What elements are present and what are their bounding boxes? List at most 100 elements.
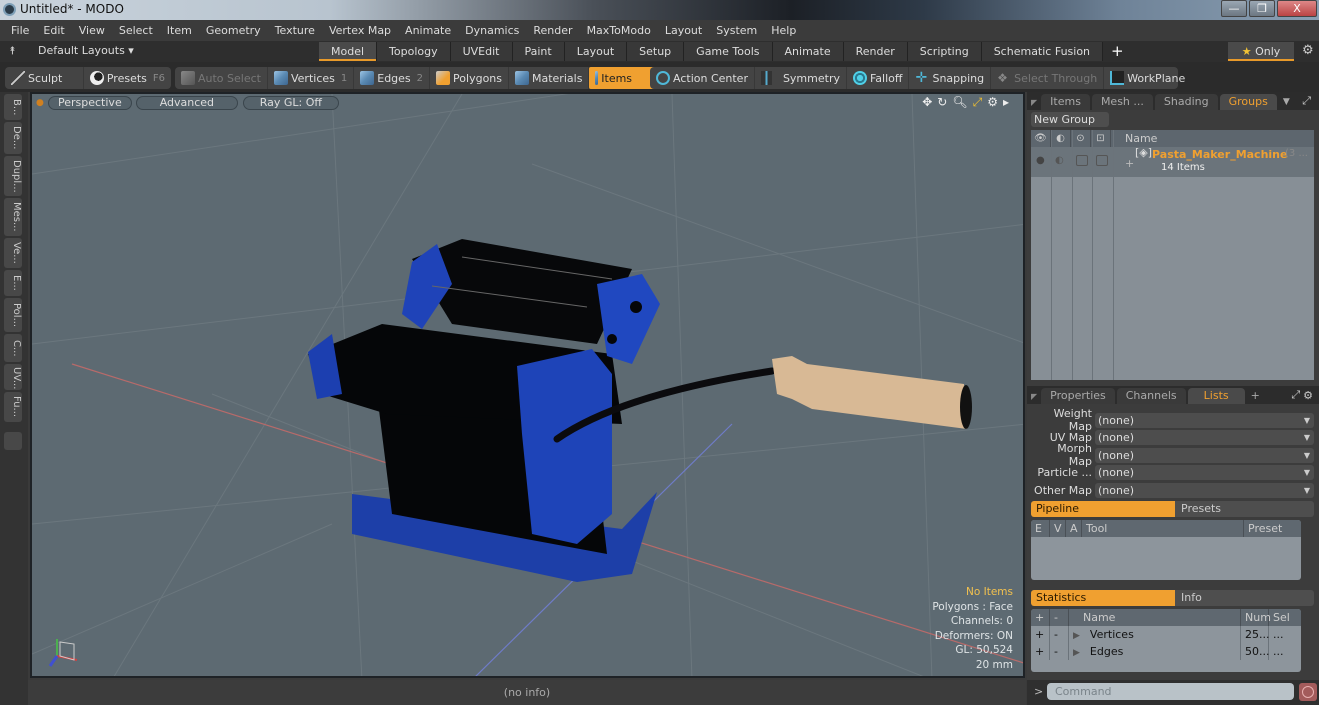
- layout-tab-topology[interactable]: Topology: [377, 42, 451, 61]
- only-favorites-button[interactable]: ★ Only: [1228, 42, 1294, 61]
- tab-presets[interactable]: Presets: [1175, 501, 1314, 517]
- default-layouts-dropdown[interactable]: Default Layouts ▾: [38, 44, 134, 57]
- edges-button[interactable]: Edges 2: [354, 67, 431, 89]
- layout-tab-animate[interactable]: Animate: [772, 42, 844, 61]
- select-col-icon[interactable]: ⊡: [1091, 130, 1111, 147]
- presets-button[interactable]: Presets F6: [84, 67, 171, 89]
- auto-select-button[interactable]: Auto Select: [175, 67, 268, 89]
- remove-edges-button[interactable]: -: [1050, 643, 1069, 660]
- remove-vertices-button[interactable]: -: [1050, 626, 1069, 643]
- command-input[interactable]: Command: [1047, 683, 1294, 700]
- layout-tab-scripting[interactable]: Scripting: [907, 42, 982, 61]
- left-tab-uv[interactable]: UV...: [4, 364, 22, 390]
- tab-channels[interactable]: Channels: [1116, 388, 1186, 404]
- menu-layout[interactable]: Layout: [658, 24, 709, 37]
- lock-col-icon[interactable]: ⊙: [1071, 130, 1091, 147]
- tab-shading[interactable]: Shading: [1154, 94, 1218, 110]
- viewport-menu-icon[interactable]: ●: [36, 98, 44, 108]
- menu-animate[interactable]: Animate: [398, 24, 458, 37]
- panel-maximize-icon[interactable]: ⤢: [1302, 94, 1319, 108]
- left-tab-mesh-edit[interactable]: Mes...: [4, 198, 22, 236]
- menu-dynamics[interactable]: Dynamics: [458, 24, 526, 37]
- action-center-button[interactable]: Action Center: [650, 67, 755, 89]
- expand-icon[interactable]: +: [1125, 157, 1134, 170]
- menu-geometry[interactable]: Geometry: [199, 24, 268, 37]
- panel-gear-icon[interactable]: ⚙: [1303, 389, 1319, 402]
- row-render-toggle[interactable]: ◐: [1055, 155, 1064, 166]
- row-select-checkbox[interactable]: [1096, 155, 1108, 166]
- tab-items[interactable]: Items: [1041, 94, 1090, 110]
- falloff-button[interactable]: Falloff: [847, 67, 910, 89]
- left-tab-fusion[interactable]: Fu...: [4, 392, 22, 422]
- workplane-button[interactable]: WorkPlane: [1104, 67, 1191, 89]
- left-tab-duplicate[interactable]: Dupl...: [4, 156, 22, 196]
- gear-icon[interactable]: ⚙: [1302, 43, 1314, 58]
- layout-home-icon[interactable]: ⯭: [9, 44, 16, 58]
- rotate-icon[interactable]: ↻: [937, 95, 947, 110]
- add-layout-button[interactable]: +: [1103, 42, 1132, 61]
- menu-vertex-map[interactable]: Vertex Map: [322, 24, 398, 37]
- menu-maxtomodo[interactable]: MaxToModo: [580, 24, 658, 37]
- layout-tab-uvedit[interactable]: UVEdit: [450, 42, 513, 61]
- symmetry-button[interactable]: Symmetry: [755, 67, 847, 89]
- minimize-button[interactable]: —: [1221, 0, 1247, 17]
- morph-map-select[interactable]: (none): [1095, 447, 1314, 463]
- materials-button[interactable]: Materials: [509, 67, 590, 89]
- layout-tab-paint[interactable]: Paint: [512, 42, 565, 61]
- layout-tab-game-tools[interactable]: Game Tools: [684, 42, 773, 61]
- visibility-col-icon[interactable]: 👁︎: [1031, 130, 1051, 147]
- vertices-button[interactable]: Vertices 1: [268, 67, 355, 89]
- polygons-button[interactable]: Polygons: [430, 67, 509, 89]
- menu-help[interactable]: Help: [764, 24, 803, 37]
- raygl-button[interactable]: Ray GL: Off: [242, 96, 339, 110]
- panel-menu-icon[interactable]: ◤: [1031, 98, 1037, 107]
- sculpt-button[interactable]: Sculpt: [5, 67, 84, 89]
- group-row[interactable]: ● ◐ + [◈] Pasta_Maker_Machine (3 ... 14 …: [1031, 146, 1314, 177]
- layout-tab-schematic-fusion[interactable]: Schematic Fusion: [981, 42, 1104, 61]
- other-map-select[interactable]: (none): [1095, 482, 1314, 498]
- left-tab-edge[interactable]: E...: [4, 270, 22, 296]
- tab-groups[interactable]: Groups: [1219, 94, 1277, 110]
- row-lock-checkbox[interactable]: [1076, 155, 1088, 166]
- shading-mode-button[interactable]: Advanced: [135, 96, 238, 110]
- menu-view[interactable]: View: [72, 24, 112, 37]
- menu-system[interactable]: System: [709, 24, 764, 37]
- particle-select[interactable]: (none): [1095, 464, 1314, 480]
- menu-edit[interactable]: Edit: [36, 24, 71, 37]
- add-vertices-button[interactable]: +: [1031, 626, 1050, 643]
- pan-icon[interactable]: ✥: [922, 95, 932, 110]
- view-type-button[interactable]: Perspective: [47, 96, 132, 110]
- panel-maximize-icon-2[interactable]: ⤢: [1291, 388, 1303, 402]
- tab-mesh[interactable]: Mesh ...: [1091, 94, 1153, 110]
- zoom-icon[interactable]: 🔍︎: [952, 95, 967, 110]
- tab-properties[interactable]: Properties: [1041, 388, 1115, 404]
- maximize-icon[interactable]: ⤢: [973, 95, 983, 110]
- tab-statistics[interactable]: Statistics: [1031, 590, 1175, 606]
- left-tab-basic[interactable]: B...: [4, 94, 22, 120]
- expand-arrow-icon[interactable]: ▸: [1003, 95, 1009, 110]
- stats-row-vertices[interactable]: + - ▶ Vertices 25... ...: [1031, 626, 1301, 643]
- new-group-button[interactable]: New Group: [1031, 112, 1109, 127]
- left-tab-extra[interactable]: [4, 432, 22, 450]
- menu-render[interactable]: Render: [526, 24, 579, 37]
- menu-file[interactable]: File: [4, 24, 36, 37]
- restore-button[interactable]: ❐: [1249, 0, 1275, 17]
- tabs-dropdown-icon[interactable]: ▼: [1283, 97, 1290, 107]
- add-edges-button[interactable]: +: [1031, 643, 1050, 660]
- layout-tab-model[interactable]: Model: [319, 42, 378, 61]
- menu-item[interactable]: Item: [160, 24, 199, 37]
- tab-pipeline[interactable]: Pipeline: [1031, 501, 1175, 517]
- weight-map-select[interactable]: (none): [1095, 412, 1314, 428]
- row-visibility-toggle[interactable]: ●: [1036, 155, 1045, 166]
- menu-texture[interactable]: Texture: [268, 24, 322, 37]
- close-button[interactable]: X: [1277, 0, 1317, 17]
- record-macro-button[interactable]: [1299, 683, 1317, 701]
- layout-tab-layout[interactable]: Layout: [564, 42, 628, 61]
- expand-arrow-icon[interactable]: ▶: [1073, 648, 1080, 658]
- left-tab-curve[interactable]: C...: [4, 334, 22, 362]
- expand-arrow-icon[interactable]: ▶: [1073, 631, 1080, 641]
- stats-row-edges[interactable]: + - ▶ Edges 50... ...: [1031, 643, 1301, 660]
- tab-info[interactable]: Info: [1175, 590, 1314, 606]
- 3d-viewport[interactable]: ● Perspective Advanced Ray GL: Off ✥ ↻ 🔍…: [30, 92, 1025, 678]
- uv-map-select[interactable]: (none): [1095, 429, 1314, 445]
